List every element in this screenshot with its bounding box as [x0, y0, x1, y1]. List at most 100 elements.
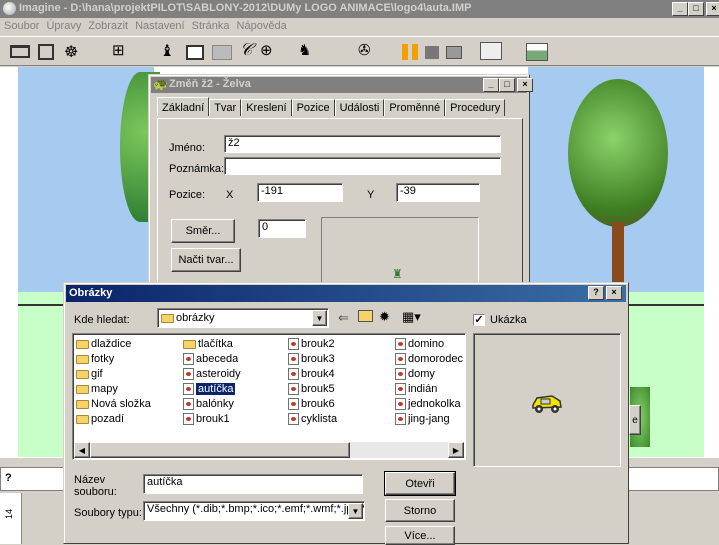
chevron-down-icon[interactable]: ▼ — [312, 310, 327, 326]
tab-zakladni[interactable]: Základní — [157, 97, 210, 116]
list-item-selected[interactable]: autíčka — [183, 381, 236, 397]
page-icon[interactable] — [480, 42, 502, 60]
rectangle-icon[interactable] — [186, 45, 204, 60]
look-in-select[interactable]: obrázky ▼ — [157, 308, 329, 328]
up-folder-icon[interactable] — [358, 310, 373, 322]
tab-tvar[interactable]: Tvar — [209, 99, 242, 116]
list-item[interactable]: gif — [76, 366, 103, 382]
file-dialog: Obrázky ? × Kde hledat: obrázky ▼ ⇐ ✹ ▦▾… — [63, 282, 629, 545]
image-file-icon — [183, 398, 194, 411]
more-button[interactable]: Více... — [385, 526, 455, 545]
direction-button[interactable]: Směr... — [171, 219, 235, 243]
turtle-dialog-title-bar: 🐢 Změň ž2 - Želva _ □ × — [151, 77, 533, 93]
image-file-icon — [288, 368, 299, 381]
list-item[interactable]: brouk6 — [288, 396, 335, 412]
open-folder-icon[interactable] — [10, 45, 30, 58]
tab-udalosti[interactable]: Události — [334, 99, 385, 116]
filename-label: Název souboru: — [74, 474, 117, 498]
list-item[interactable]: brouk5 — [288, 381, 335, 397]
list-item[interactable]: brouk2 — [288, 336, 335, 352]
file-list[interactable]: dlaždice fotky gif mapy Nová složka poza… — [72, 333, 466, 460]
close-button[interactable]: × — [706, 2, 719, 16]
help-button[interactable]: ? — [588, 286, 604, 300]
partial-button[interactable]: e — [629, 405, 641, 435]
record-icon[interactable] — [446, 46, 462, 59]
turtle-close-button[interactable]: × — [517, 78, 533, 92]
open-button[interactable]: Otevři — [385, 472, 455, 495]
scroll-thumb[interactable] — [90, 442, 350, 458]
folder-icon — [76, 399, 89, 409]
horizontal-scrollbar[interactable]: ◀ ▶ — [74, 442, 464, 458]
list-item[interactable]: fotky — [76, 351, 114, 367]
list-item[interactable]: domorodec — [395, 351, 463, 367]
list-item[interactable]: brouk3 — [288, 351, 335, 367]
load-shape-button[interactable]: Načti tvar... — [171, 248, 241, 272]
menu-soubor[interactable]: Soubor — [4, 18, 39, 34]
list-item[interactable]: pozadí — [76, 411, 124, 427]
globe-icon[interactable]: ⊕ — [260, 41, 273, 59]
menu-zobrazit[interactable]: Zobrazit — [88, 18, 128, 34]
view-menu-icon[interactable]: ▦▾ — [402, 309, 421, 325]
wrench-icon[interactable]: ✇ — [358, 41, 371, 59]
scroll-left-button[interactable]: ◀ — [74, 442, 90, 458]
list-item[interactable]: mapy — [76, 381, 118, 397]
grid-icon[interactable]: ⊞ — [112, 41, 125, 59]
list-item[interactable]: domino — [395, 336, 444, 352]
x-field[interactable]: -191 — [257, 183, 343, 202]
name-field[interactable]: ž2 — [224, 135, 501, 153]
pause-icon[interactable] — [402, 44, 418, 60]
car-preview-icon — [532, 395, 562, 413]
direction-field[interactable]: 0 — [258, 219, 306, 238]
list-item[interactable]: abeceda — [183, 351, 238, 367]
y-field[interactable]: -39 — [396, 183, 480, 202]
stop-icon[interactable] — [425, 46, 439, 59]
list-item[interactable]: Nová složka — [76, 396, 151, 412]
list-item[interactable]: brouk1 — [183, 411, 230, 427]
minimize-button[interactable]: _ — [672, 2, 688, 16]
save-icon[interactable] — [38, 44, 54, 60]
sprite-icon[interactable]: ♞ — [298, 41, 311, 59]
ruler-mark: 14 — [4, 508, 15, 520]
image-file-icon — [288, 353, 299, 366]
maximize-button[interactable]: □ — [688, 2, 704, 16]
list-item[interactable]: balónky — [183, 396, 234, 412]
filetype-select[interactable]: Všechny (*.dib;*.bmp;*.ico;*.emf;*.wmf;*… — [143, 501, 365, 521]
pen-icon[interactable]: 𝒞 — [240, 40, 252, 60]
tab-kresleni[interactable]: Kreslení — [241, 99, 292, 116]
filename-field[interactable]: autíčka — [143, 474, 363, 494]
menu-stranka[interactable]: Stránka — [192, 18, 230, 34]
menu-upravy[interactable]: Úpravy — [46, 18, 81, 34]
file-dialog-close-button[interactable]: × — [606, 286, 622, 300]
turtle-icon[interactable]: ♝ — [160, 41, 174, 61]
cancel-button[interactable]: Storno — [385, 499, 455, 522]
app-icon — [3, 2, 16, 15]
filled-rectangle-icon[interactable] — [212, 45, 232, 60]
preview-checkbox[interactable]: ✓ — [473, 314, 485, 326]
list-item[interactable]: cyklista — [288, 411, 337, 427]
tab-procedury[interactable]: Procedury — [445, 99, 506, 116]
list-item[interactable]: jednokolka — [395, 396, 461, 412]
folder-icon — [76, 354, 89, 364]
list-item[interactable]: dlaždice — [76, 336, 131, 352]
file-dialog-title: Obrázky — [69, 287, 113, 299]
chevron-down-icon[interactable]: ▼ — [348, 503, 363, 519]
list-item[interactable]: brouk4 — [288, 366, 335, 382]
tab-promenne[interactable]: Proměnné — [384, 99, 446, 116]
menu-napoveda[interactable]: Nápověda — [237, 18, 287, 34]
bug-icon[interactable]: ☸ — [64, 42, 78, 62]
list-item[interactable]: indián — [395, 381, 437, 397]
back-icon[interactable]: ⇐ — [338, 310, 349, 326]
list-item[interactable]: jing-jang — [395, 411, 450, 427]
menu-nastaveni[interactable]: Nastavení — [135, 18, 185, 34]
image-icon[interactable] — [526, 43, 548, 61]
new-folder-icon[interactable]: ✹ — [379, 309, 390, 325]
scroll-right-button[interactable]: ▶ — [448, 442, 464, 458]
turtle-maximize-button[interactable]: □ — [499, 78, 515, 92]
list-item[interactable]: tlačítka — [183, 336, 233, 352]
tab-pozice[interactable]: Pozice — [291, 99, 335, 116]
list-item[interactable]: domy — [395, 366, 435, 382]
note-field[interactable] — [224, 157, 501, 175]
turtle-minimize-button[interactable]: _ — [483, 78, 499, 92]
list-item[interactable]: asteroidy — [183, 366, 241, 382]
turtle-icon: 🐢 — [153, 77, 168, 91]
